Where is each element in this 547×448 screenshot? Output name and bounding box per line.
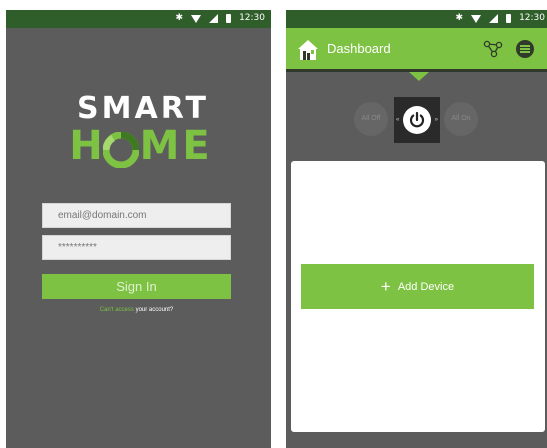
arrow-left-icon: « [396, 117, 400, 123]
logo-swirl-icon [103, 132, 139, 168]
power-icon [409, 111, 425, 128]
add-device-button[interactable]: + Add Device [301, 264, 534, 309]
bluetooth-icon: ✱ [455, 13, 464, 23]
password-field[interactable]: ********** [42, 235, 231, 260]
bluetooth-icon: ✱ [175, 13, 184, 23]
power-toggle[interactable]: « » [394, 97, 440, 143]
all-off-button[interactable]: All Off [354, 102, 388, 136]
status-time: 12:30 [519, 13, 545, 23]
plus-icon: + [380, 277, 391, 296]
battery-icon [506, 14, 512, 23]
wifi-icon [471, 14, 482, 23]
status-time: 12:30 [239, 13, 265, 23]
page-title: Dashboard [327, 41, 391, 56]
power-button[interactable] [403, 106, 431, 134]
signal-icon [489, 14, 499, 23]
logo-text-bottom: H ME [69, 123, 213, 169]
email-field[interactable]: email@domain.com [42, 203, 231, 228]
forgot-account-text: Can't access your account? [42, 307, 231, 313]
signal-icon [209, 14, 219, 23]
arrow-right-icon: » [434, 117, 438, 123]
app-bar-notch [409, 72, 429, 81]
login-screen: ✱ 12:30 SMART H ME email@domain.com ****… [6, 10, 271, 448]
add-device-label: Add Device [397, 280, 455, 293]
status-bar: ✱ 12:30 [286, 10, 547, 28]
network-icon[interactable] [483, 39, 503, 59]
sign-in-button[interactable]: Sign In [42, 274, 231, 299]
cant-access-link[interactable]: Can't access [100, 307, 134, 313]
forgot-account-rest: your account? [133, 307, 174, 313]
smart-home-logo: SMART H ME [48, 94, 238, 174]
menu-icon[interactable] [516, 40, 534, 58]
all-on-button[interactable]: All On [444, 102, 478, 136]
home-icon[interactable] [297, 39, 319, 61]
status-bar: ✱ 12:30 [6, 10, 271, 28]
app-bar: Dashboard [286, 28, 547, 72]
battery-icon [226, 14, 232, 23]
logo-text-top: SMART [77, 91, 209, 126]
dashboard-screen: ✱ 12:30 Dashboard All Off All On « » + A… [286, 10, 547, 448]
wifi-icon [191, 14, 202, 23]
